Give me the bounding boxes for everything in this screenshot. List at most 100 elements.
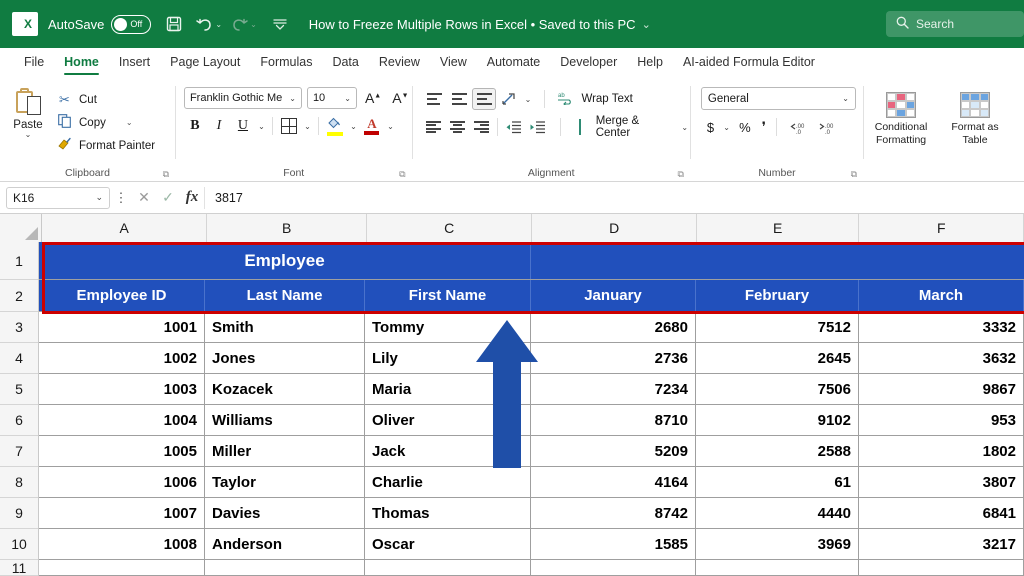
name-box-caret-icon[interactable]: ⌄ bbox=[95, 192, 103, 203]
cancel-icon[interactable]: ✕ bbox=[132, 189, 156, 206]
percent-style-button[interactable]: % bbox=[735, 116, 755, 138]
number-format-select[interactable]: General ⌄ bbox=[701, 87, 856, 110]
increase-indent-button[interactable] bbox=[526, 116, 549, 138]
borders-dropdown-caret-icon[interactable]: ⌄ bbox=[302, 122, 313, 131]
format-as-table-button[interactable]: Format as Table bbox=[938, 86, 1012, 147]
clipboard-dialog-launcher-icon[interactable]: ⧉ bbox=[163, 169, 169, 180]
alignment-dialog-launcher-icon[interactable]: ⧉ bbox=[678, 169, 684, 180]
cell-f3[interactable]: 3332 bbox=[859, 312, 1024, 342]
font-color-caret-icon[interactable]: ⌄ bbox=[385, 122, 396, 131]
borders-button[interactable] bbox=[278, 115, 300, 137]
cell-e8[interactable]: 61 bbox=[696, 467, 859, 497]
row-header-10[interactable]: 10 bbox=[0, 529, 38, 560]
row-header-9[interactable]: 9 bbox=[0, 498, 38, 529]
cell-a4[interactable]: 1002 bbox=[39, 343, 205, 373]
paste-button[interactable]: Paste ⌄ bbox=[0, 82, 56, 138]
accounting-format-button[interactable]: $ bbox=[703, 116, 718, 138]
fx-icon[interactable]: fx bbox=[180, 189, 204, 206]
tab-help[interactable]: Help bbox=[627, 52, 673, 73]
cell-e2-header[interactable]: February bbox=[696, 280, 859, 311]
tab-home[interactable]: Home bbox=[54, 52, 109, 73]
tab-review[interactable]: Review bbox=[369, 52, 430, 73]
fill-color-caret-icon[interactable]: ⌄ bbox=[348, 122, 359, 131]
fill-color-button[interactable] bbox=[324, 115, 346, 137]
column-header-d[interactable]: D bbox=[532, 214, 697, 242]
cell-d6[interactable]: 8710 bbox=[531, 405, 696, 435]
cell-b10[interactable]: Anderson bbox=[205, 529, 365, 559]
font-name-input[interactable]: Franklin Gothic Me ⌄ bbox=[184, 87, 302, 109]
cell-b11[interactable] bbox=[205, 560, 365, 575]
decrease-font-size-button[interactable]: A▼ bbox=[389, 90, 411, 106]
cell-d5[interactable]: 7234 bbox=[531, 374, 696, 404]
cell-f11[interactable] bbox=[859, 560, 1024, 575]
cell-b7[interactable]: Miller bbox=[205, 436, 365, 466]
orientation-caret-icon[interactable]: ⌄ bbox=[522, 95, 533, 104]
tab-ai-aided-formula-editor[interactable]: AI-aided Formula Editor bbox=[673, 52, 825, 73]
search-box[interactable]: Search bbox=[886, 11, 1024, 37]
align-bottom-button[interactable] bbox=[472, 88, 496, 110]
comma-style-button[interactable]: ❜ bbox=[758, 116, 770, 138]
decrease-indent-button[interactable] bbox=[502, 116, 525, 138]
cell-d1[interactable] bbox=[531, 242, 696, 279]
cell-b4[interactable]: Jones bbox=[205, 343, 365, 373]
cell-b9[interactable]: Davies bbox=[205, 498, 365, 528]
merge-center-caret-icon[interactable]: ⌄ bbox=[680, 123, 690, 132]
row-header-6[interactable]: 6 bbox=[0, 405, 38, 436]
check-icon[interactable]: ✓ bbox=[156, 189, 180, 206]
cell-d8[interactable]: 4164 bbox=[531, 467, 696, 497]
cell-a9[interactable]: 1007 bbox=[39, 498, 205, 528]
cell-b3[interactable]: Smith bbox=[205, 312, 365, 342]
tab-automate[interactable]: Automate bbox=[477, 52, 551, 73]
column-header-f[interactable]: F bbox=[859, 214, 1024, 242]
align-center-button[interactable] bbox=[446, 116, 469, 138]
font-color-button[interactable]: A bbox=[361, 115, 383, 137]
document-title-caret-icon[interactable]: ⌄ bbox=[642, 18, 651, 31]
undo-dropdown-caret[interactable]: ⌄ bbox=[215, 20, 222, 29]
cell-e6[interactable]: 9102 bbox=[696, 405, 859, 435]
cell-f1[interactable] bbox=[859, 242, 1024, 279]
align-middle-button[interactable] bbox=[447, 88, 471, 110]
cell-f9[interactable]: 6841 bbox=[859, 498, 1024, 528]
cell-d2-header[interactable]: January bbox=[531, 280, 696, 311]
cell-d7[interactable]: 5209 bbox=[531, 436, 696, 466]
cell-e4[interactable]: 2645 bbox=[696, 343, 859, 373]
row-header-2[interactable]: 2 bbox=[0, 280, 38, 312]
copy-button[interactable]: Copy ⌄ bbox=[56, 112, 159, 133]
row-header-4[interactable]: 4 bbox=[0, 343, 38, 374]
cell-a6[interactable]: 1004 bbox=[39, 405, 205, 435]
cell-a5[interactable]: 1003 bbox=[39, 374, 205, 404]
underline-button[interactable]: U bbox=[232, 115, 254, 137]
cell-b8[interactable]: Taylor bbox=[205, 467, 365, 497]
cell-f10[interactable]: 3217 bbox=[859, 529, 1024, 559]
tab-view[interactable]: View bbox=[430, 52, 477, 73]
cell-f8[interactable]: 3807 bbox=[859, 467, 1024, 497]
row-header-1[interactable]: 1 bbox=[0, 242, 38, 280]
cell-e11[interactable] bbox=[696, 560, 859, 575]
cell-e3[interactable]: 7512 bbox=[696, 312, 859, 342]
cell-c10[interactable]: Oscar bbox=[365, 529, 531, 559]
font-size-input[interactable]: 10 ⌄ bbox=[307, 87, 357, 109]
cell-e10[interactable]: 3969 bbox=[696, 529, 859, 559]
row-header-5[interactable]: 5 bbox=[0, 374, 38, 405]
tab-formulas[interactable]: Formulas bbox=[250, 52, 322, 73]
tab-data[interactable]: Data bbox=[322, 52, 368, 73]
tab-developer[interactable]: Developer bbox=[550, 52, 627, 73]
cell-d9[interactable]: 8742 bbox=[531, 498, 696, 528]
column-header-e[interactable]: E bbox=[697, 214, 860, 242]
cell-b5[interactable]: Kozacek bbox=[205, 374, 365, 404]
cell-f5[interactable]: 9867 bbox=[859, 374, 1024, 404]
row-header-8[interactable]: 8 bbox=[0, 467, 38, 498]
tab-insert[interactable]: Insert bbox=[109, 52, 160, 73]
align-right-button[interactable] bbox=[470, 116, 493, 138]
copy-dropdown-caret-icon[interactable]: ⌄ bbox=[126, 118, 133, 127]
cell-e5[interactable]: 7506 bbox=[696, 374, 859, 404]
underline-dropdown-caret-icon[interactable]: ⌄ bbox=[256, 122, 267, 131]
cell-d4[interactable]: 2736 bbox=[531, 343, 696, 373]
bold-button[interactable]: B bbox=[184, 115, 206, 137]
cut-button[interactable]: ✂ Cut bbox=[56, 89, 159, 110]
save-icon[interactable] bbox=[159, 9, 189, 39]
column-header-a[interactable]: A bbox=[42, 214, 208, 242]
row-header-11[interactable]: 11 bbox=[0, 560, 38, 576]
cell-a2-header[interactable]: Employee ID bbox=[39, 280, 205, 311]
font-name-caret-icon[interactable]: ⌄ bbox=[289, 94, 296, 103]
